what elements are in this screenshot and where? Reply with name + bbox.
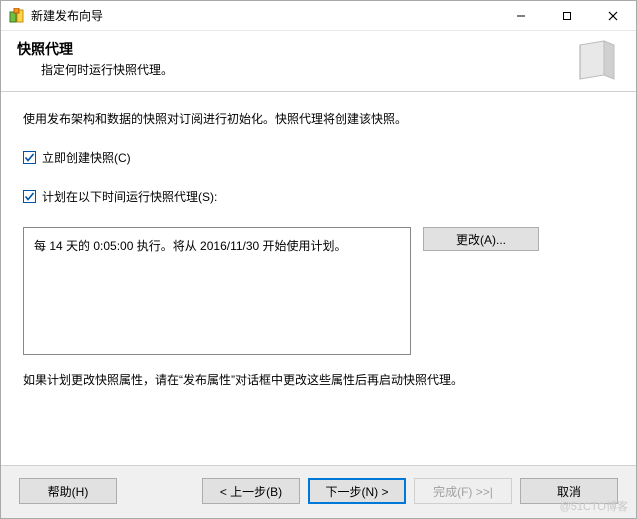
wizard-header-text: 快照代理 指定何时运行快照代理。	[17, 39, 566, 78]
back-button[interactable]: < 上一步(B)	[202, 478, 300, 504]
schedule-description-box: 每 14 天的 0:05:00 执行。将从 2016/11/30 开始使用计划。	[23, 227, 411, 355]
checkbox-schedule[interactable]	[23, 190, 36, 203]
checkbox-schedule-label[interactable]: 计划在以下时间运行快照代理(S):	[42, 188, 217, 205]
schedule-description-text: 每 14 天的 0:05:00 执行。将从 2016/11/30 开始使用计划。	[34, 239, 347, 253]
window-title: 新建发布向导	[31, 7, 498, 24]
page-subtitle: 指定何时运行快照代理。	[41, 61, 566, 78]
wizard-graphic-icon	[574, 39, 620, 81]
close-button[interactable]	[590, 1, 636, 30]
wizard-header: 快照代理 指定何时运行快照代理。	[1, 31, 636, 92]
page-title: 快照代理	[17, 39, 566, 59]
wizard-content: 使用发布架构和数据的快照对订阅进行初始化。快照代理将创建该快照。 立即创建快照(…	[1, 92, 636, 465]
cancel-button[interactable]: 取消	[520, 478, 618, 504]
help-button[interactable]: 帮助(H)	[19, 478, 117, 504]
checkbox-create-now-label[interactable]: 立即创建快照(C)	[42, 149, 131, 166]
window-controls	[498, 1, 636, 30]
intro-text: 使用发布架构和数据的快照对订阅进行初始化。快照代理将创建该快照。	[23, 110, 614, 127]
wizard-window: 新建发布向导 快照代理 指定何时运行快照代理。 使用发布架构	[0, 0, 637, 519]
maximize-button[interactable]	[544, 1, 590, 30]
checkbox-create-now-row: 立即创建快照(C)	[23, 149, 614, 166]
finish-button: 完成(F) >>|	[414, 478, 512, 504]
note-text: 如果计划更改快照属性，请在“发布属性”对话框中更改这些属性后再启动快照代理。	[23, 371, 614, 388]
checkbox-schedule-row: 计划在以下时间运行快照代理(S):	[23, 188, 614, 205]
schedule-row: 每 14 天的 0:05:00 执行。将从 2016/11/30 开始使用计划。…	[23, 227, 614, 355]
wizard-footer: 帮助(H) < 上一步(B) 下一步(N) > 完成(F) >>| 取消	[1, 465, 636, 518]
change-schedule-button[interactable]: 更改(A)...	[423, 227, 539, 251]
minimize-button[interactable]	[498, 1, 544, 30]
app-icon	[9, 8, 25, 24]
titlebar: 新建发布向导	[1, 1, 636, 31]
next-button[interactable]: 下一步(N) >	[308, 478, 406, 504]
checkbox-create-now[interactable]	[23, 151, 36, 164]
